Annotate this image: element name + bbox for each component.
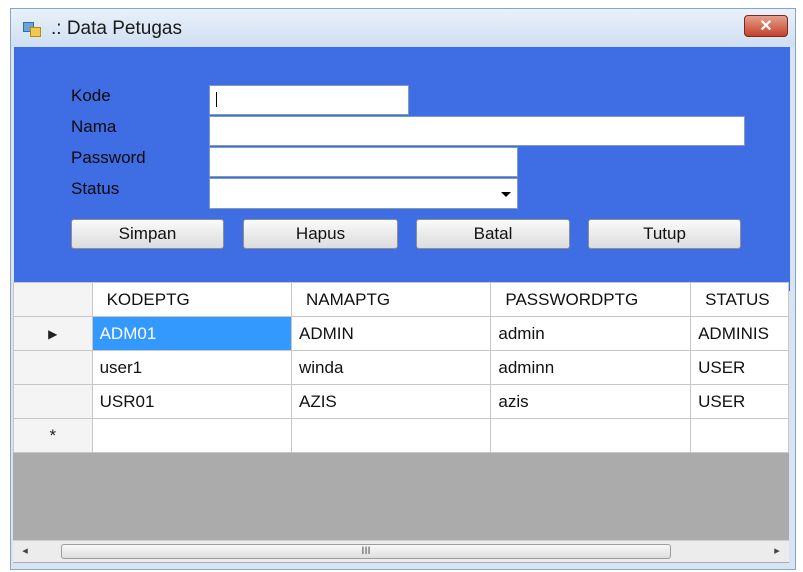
table-cell[interactable] — [290, 418, 492, 453]
corner-header — [13, 282, 93, 317]
kode-input[interactable] — [209, 85, 409, 115]
header-row: KODEPTG NAMAPTG PASSWORDPTG STATUS — [13, 282, 789, 317]
horizontal-scrollbar[interactable]: ◂ III ▸ — [13, 540, 789, 562]
column-header[interactable]: KODEPTG — [91, 282, 292, 317]
status-label: Status — [71, 179, 120, 198]
close-button[interactable]: ✕ — [744, 15, 788, 37]
data-grid[interactable]: KODEPTG NAMAPTG PASSWORDPTG STATUS ▶ ADM… — [13, 282, 789, 563]
row-header[interactable] — [13, 384, 93, 419]
table-cell[interactable]: USER — [690, 384, 789, 419]
table-row[interactable]: user1 winda adminn USER — [13, 350, 789, 385]
table-cell[interactable]: USER — [690, 350, 789, 385]
table-cell-selected[interactable]: ADM01 — [91, 316, 292, 351]
petugas-table: KODEPTG NAMAPTG PASSWORDPTG STATUS ▶ ADM… — [13, 282, 789, 453]
table-cell[interactable] — [690, 418, 789, 453]
scrollbar-thumb[interactable]: III — [61, 544, 671, 559]
row-indicator-icon[interactable]: ▶ — [13, 316, 93, 351]
column-header[interactable]: STATUS — [690, 282, 789, 317]
table-row[interactable]: ▶ ADM01 ADMIN admin ADMINIS — [13, 316, 789, 351]
status-dropdown[interactable] — [209, 178, 518, 209]
password-input[interactable] — [209, 147, 518, 177]
nama-input[interactable] — [209, 116, 745, 146]
table-cell[interactable]: user1 — [91, 350, 292, 385]
batal-button[interactable]: Batal — [416, 219, 570, 249]
nama-label: Nama — [71, 117, 117, 136]
table-cell[interactable] — [490, 418, 692, 453]
table-cell[interactable]: admin — [490, 316, 692, 351]
thumb-grip-icon: III — [361, 545, 371, 557]
window-app-icon — [23, 20, 41, 37]
table-cell[interactable]: azis — [490, 384, 692, 419]
form-panel: Kode Nama Password Status Simpan Hapus B… — [14, 47, 790, 291]
table-cell[interactable]: ADMIN — [290, 316, 492, 351]
text-caret — [216, 92, 217, 107]
scroll-left-icon[interactable]: ◂ — [16, 541, 34, 562]
close-icon: ✕ — [759, 18, 773, 35]
title-bar[interactable]: .: Data Petugas ✕ — [11, 9, 795, 47]
table-cell[interactable]: ADMINIS — [690, 316, 789, 351]
simpan-button[interactable]: Simpan — [71, 219, 224, 249]
table-cell[interactable]: USR01 — [91, 384, 292, 419]
window-title: .: Data Petugas — [51, 18, 182, 39]
new-row[interactable]: * — [13, 418, 789, 453]
table-cell[interactable]: winda — [290, 350, 492, 385]
table-row[interactable]: USR01 AZIS azis USER — [13, 384, 789, 419]
dropdown-arrow-icon[interactable] — [501, 192, 511, 197]
new-row-icon[interactable]: * — [13, 418, 93, 453]
kode-label: Kode — [71, 86, 111, 105]
column-header[interactable]: NAMAPTG — [290, 282, 492, 317]
column-header[interactable]: PASSWORDPTG — [490, 282, 692, 317]
row-header[interactable] — [13, 350, 93, 385]
password-label: Password — [71, 148, 146, 167]
tutup-button[interactable]: Tutup — [588, 219, 741, 249]
hapus-button[interactable]: Hapus — [243, 219, 398, 249]
table-cell[interactable]: AZIS — [290, 384, 492, 419]
table-cell[interactable] — [91, 418, 292, 453]
table-cell[interactable]: adminn — [490, 350, 692, 385]
scroll-right-icon[interactable]: ▸ — [768, 541, 786, 562]
